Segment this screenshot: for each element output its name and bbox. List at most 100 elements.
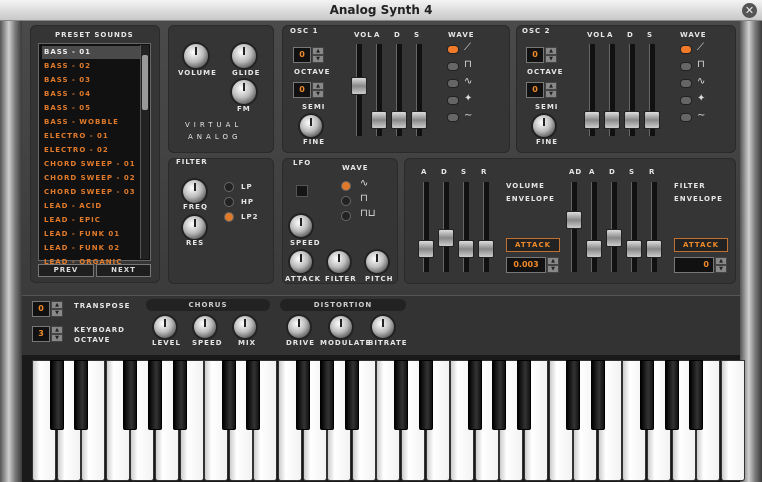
chorus-speed-knob[interactable] bbox=[194, 316, 216, 338]
fader-handle[interactable] bbox=[411, 111, 427, 129]
next-button[interactable]: NEXT bbox=[96, 264, 151, 277]
filt-attack-button[interactable]: ATTACK bbox=[674, 238, 728, 252]
osc2-wave-select[interactable] bbox=[680, 96, 692, 105]
fader-track[interactable] bbox=[644, 44, 660, 136]
fader-track[interactable] bbox=[584, 44, 600, 136]
preset-item[interactable]: BASS - 04 bbox=[42, 88, 142, 101]
glide-knob[interactable] bbox=[232, 44, 256, 68]
fader-track[interactable] bbox=[566, 182, 582, 272]
fader-track[interactable] bbox=[624, 44, 640, 136]
fader-handle[interactable] bbox=[458, 240, 474, 258]
black-key[interactable] bbox=[344, 360, 359, 430]
black-key[interactable] bbox=[664, 360, 679, 430]
black-key[interactable] bbox=[566, 360, 581, 430]
fader-handle[interactable] bbox=[566, 211, 582, 229]
lfo-wave-radio[interactable] bbox=[341, 196, 351, 206]
preset-item[interactable]: BASS - WOBBLE bbox=[42, 116, 142, 129]
black-key[interactable] bbox=[640, 360, 654, 430]
fader-handle[interactable] bbox=[391, 111, 407, 129]
fader-track[interactable] bbox=[418, 182, 434, 272]
preset-item[interactable]: BASS - 03 bbox=[42, 74, 142, 87]
black-key[interactable] bbox=[246, 360, 261, 430]
black-key[interactable] bbox=[492, 360, 507, 430]
black-key[interactable] bbox=[148, 360, 162, 430]
black-key[interactable] bbox=[517, 360, 531, 430]
black-key[interactable] bbox=[689, 360, 704, 430]
filter-freq-knob[interactable] bbox=[183, 180, 206, 203]
keyboard-octave-stepper[interactable]: 3 ▲ ▼ bbox=[32, 326, 64, 342]
fader-track[interactable] bbox=[411, 44, 427, 136]
vol-attack-stepper[interactable]: 0.003 ▲ ▼ bbox=[506, 257, 560, 273]
filter-mode-radio[interactable] bbox=[224, 212, 234, 222]
preset-item[interactable]: CHORD SWEEP - 03 bbox=[42, 186, 142, 199]
preset-item[interactable]: BASS - 01 bbox=[42, 46, 142, 59]
fader-handle[interactable] bbox=[586, 240, 602, 258]
fader-track[interactable] bbox=[438, 182, 454, 272]
preset-item[interactable]: LEAD - ACID bbox=[42, 200, 142, 213]
lfo-attack-knob[interactable] bbox=[290, 251, 312, 273]
lfo-filter-knob[interactable] bbox=[328, 251, 350, 273]
close-icon[interactable]: ✕ bbox=[742, 3, 757, 18]
osc2-wave-select[interactable] bbox=[680, 79, 692, 88]
fader-handle[interactable] bbox=[418, 240, 434, 258]
black-key[interactable] bbox=[172, 360, 187, 430]
osc2-wave-select[interactable] bbox=[680, 62, 692, 71]
preset-item[interactable]: LEAD - FUNK 02 bbox=[42, 242, 142, 255]
fader-track[interactable] bbox=[391, 44, 407, 136]
fader-track[interactable] bbox=[604, 44, 620, 136]
distortion-bitrate-knob[interactable] bbox=[372, 316, 394, 338]
filt-attack-stepper[interactable]: 0 ▲ ▼ bbox=[674, 257, 728, 273]
preset-item[interactable]: ELECTRO - 01 bbox=[42, 130, 142, 143]
preset-item[interactable]: BASS - 02 bbox=[42, 60, 142, 73]
black-key[interactable] bbox=[418, 360, 433, 430]
osc2-octave-stepper[interactable]: 0 ▲ ▼ bbox=[526, 47, 558, 63]
fader-track[interactable] bbox=[646, 182, 662, 272]
fader-handle[interactable] bbox=[604, 111, 620, 129]
fader-handle[interactable] bbox=[351, 77, 367, 95]
white-key[interactable] bbox=[720, 360, 745, 481]
fader-handle[interactable] bbox=[646, 240, 662, 258]
black-key[interactable] bbox=[74, 360, 89, 430]
preset-item[interactable]: BASS - 05 bbox=[42, 102, 142, 115]
filter-mode-radio[interactable] bbox=[224, 182, 234, 192]
distortion-modulate-knob[interactable] bbox=[330, 316, 352, 338]
osc1-wave-select[interactable] bbox=[447, 62, 459, 71]
preset-item[interactable]: CHORD SWEEP - 02 bbox=[42, 172, 142, 185]
fader-handle[interactable] bbox=[584, 111, 600, 129]
osc1-wave-select[interactable] bbox=[447, 45, 459, 54]
black-key[interactable] bbox=[295, 360, 310, 430]
black-key[interactable] bbox=[590, 360, 605, 430]
fader-track[interactable] bbox=[458, 182, 474, 272]
fader-track[interactable] bbox=[478, 182, 494, 272]
osc1-wave-select[interactable] bbox=[447, 113, 459, 122]
distortion-drive-knob[interactable] bbox=[288, 316, 310, 338]
vol-attack-button[interactable]: ATTACK bbox=[506, 238, 560, 252]
lfo-speed-knob[interactable] bbox=[290, 215, 312, 237]
fader-handle[interactable] bbox=[371, 111, 387, 129]
filter-mode-radio[interactable] bbox=[224, 197, 234, 207]
osc2-wave-select[interactable] bbox=[680, 45, 692, 54]
preset-list[interactable]: BASS - 01 BASS - 02 BASS - 03 BASS - 04 BASS… bbox=[38, 43, 151, 266]
black-key[interactable] bbox=[394, 360, 408, 430]
fader-track[interactable] bbox=[351, 44, 367, 136]
preset-scrollbar[interactable] bbox=[140, 45, 149, 259]
lfo-pitch-knob[interactable] bbox=[366, 251, 388, 273]
fader-handle[interactable] bbox=[624, 111, 640, 129]
preset-item[interactable]: CHORD SWEEP - 01 bbox=[42, 158, 142, 171]
osc1-fine-knob[interactable] bbox=[300, 115, 322, 137]
volume-knob[interactable] bbox=[184, 44, 208, 68]
fm-knob[interactable] bbox=[232, 80, 256, 104]
black-key[interactable] bbox=[221, 360, 236, 430]
osc2-fine-knob[interactable] bbox=[533, 115, 555, 137]
filter-res-knob[interactable] bbox=[183, 216, 206, 239]
osc1-wave-select[interactable] bbox=[447, 96, 459, 105]
fader-track[interactable] bbox=[626, 182, 642, 272]
preset-item[interactable]: LEAD - FUNK 01 bbox=[42, 228, 142, 241]
black-key[interactable] bbox=[320, 360, 335, 430]
preset-item[interactable]: ELECTRO - 02 bbox=[42, 144, 142, 157]
black-key[interactable] bbox=[467, 360, 482, 430]
fader-track[interactable] bbox=[606, 182, 622, 272]
preset-item[interactable]: LEAD - EPIC bbox=[42, 214, 142, 227]
chorus-level-knob[interactable] bbox=[154, 316, 176, 338]
black-key[interactable] bbox=[49, 360, 64, 430]
